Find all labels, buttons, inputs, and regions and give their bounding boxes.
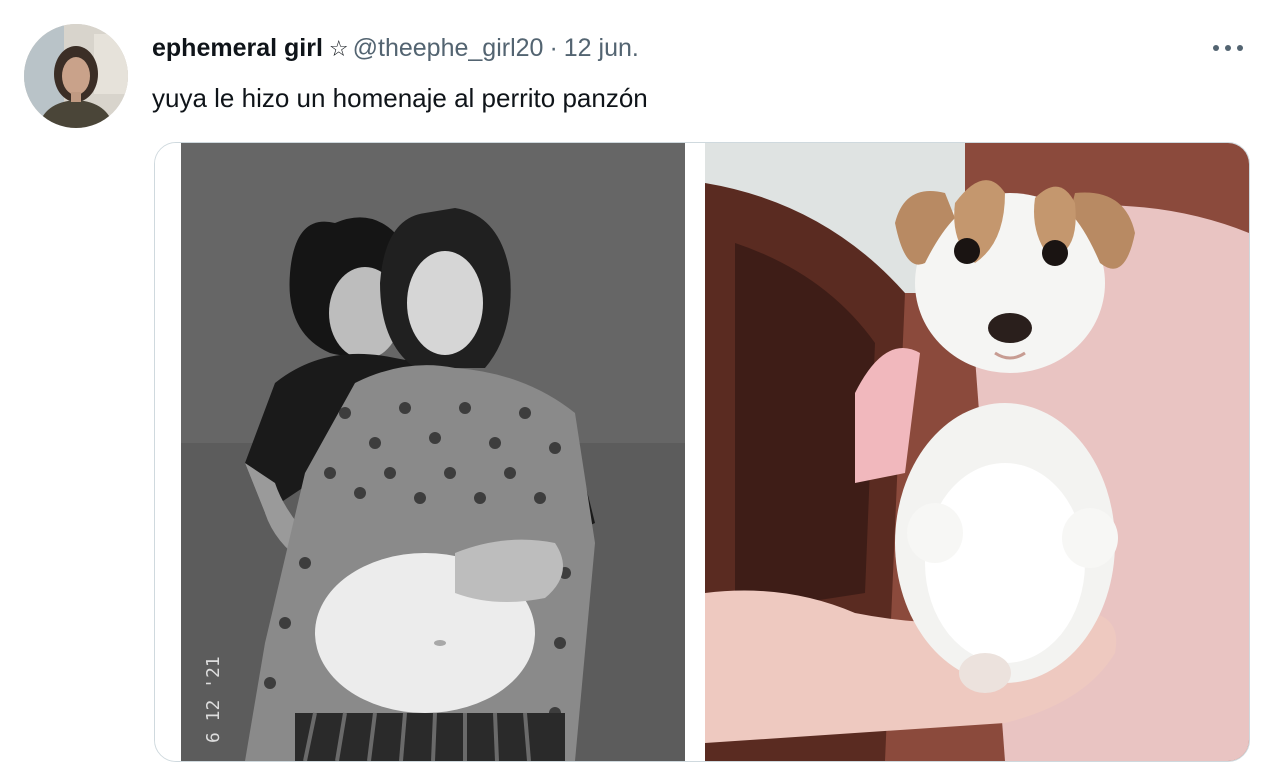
couple-photo-image (155, 143, 685, 761)
puppy-photo-image (705, 143, 1249, 761)
separator-dot: · (549, 34, 558, 62)
media-grid: 6 12 '21 (154, 142, 1250, 762)
avatar-image (24, 24, 128, 128)
more-horizontal-icon (1213, 45, 1243, 51)
photo-puppy[interactable] (705, 143, 1249, 761)
display-name[interactable]: ephemeral girl (152, 34, 323, 62)
photo-couple[interactable]: 6 12 '21 (155, 143, 685, 761)
avatar[interactable] (24, 24, 128, 128)
photo-date-caption: 6 12 '21 (203, 656, 224, 743)
user-handle[interactable]: @theephe_girl20 (353, 34, 544, 62)
tweet: ephemeral girl ☆ @theephe_girl20 · 12 jun. y… (0, 0, 1280, 780)
tweet-text: yuya le hizo un homenaje al perrito panz… (152, 83, 648, 113)
star-outline-icon: ☆ (328, 37, 349, 62)
tweet-header: ephemeral girl ☆ @theephe_girl20 · 12 jun. (152, 30, 639, 68)
more-options-button[interactable] (1206, 26, 1250, 70)
tweet-date[interactable]: 12 jun. (564, 34, 639, 62)
